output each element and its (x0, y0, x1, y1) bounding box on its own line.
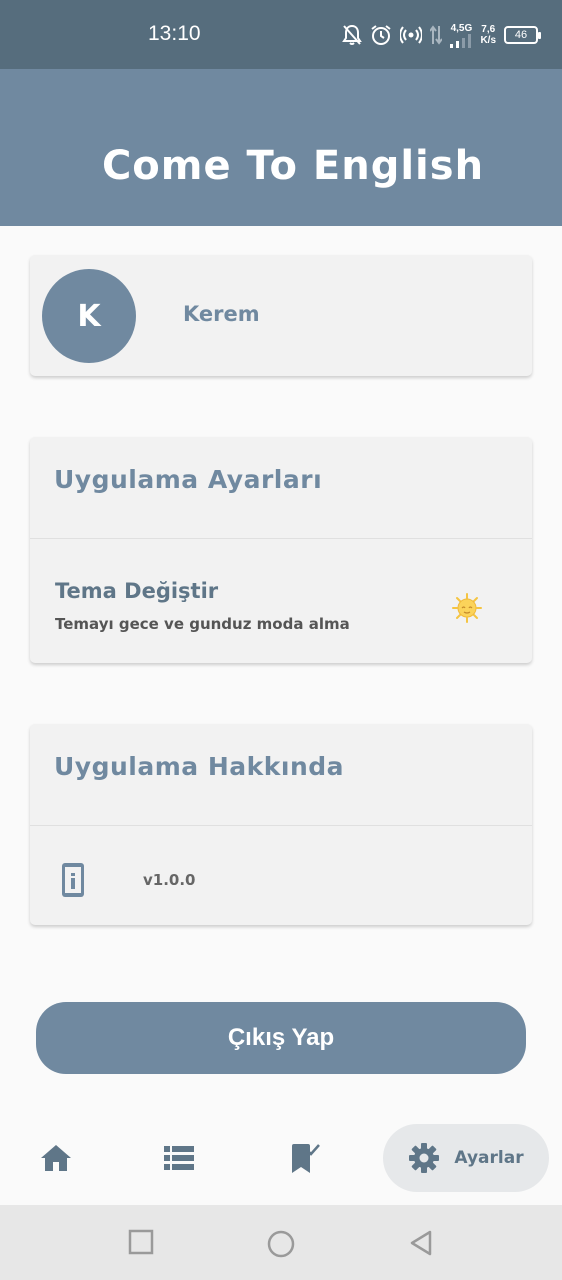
speed-value: 7,6 (481, 24, 496, 35)
home-button-icon[interactable] (266, 1229, 296, 1259)
gear-icon (409, 1143, 440, 1173)
theme-title: Tema Değiştir (55, 579, 219, 603)
network-indicator: 4,5G (450, 23, 472, 48)
settings-card: Uygulama Ayarları Tema Değiştir Temayı g… (30, 437, 532, 663)
alarm-icon (371, 25, 392, 45)
bell-off-icon (342, 24, 363, 45)
speed-unit: K/s (480, 35, 496, 46)
profile-card[interactable]: K Kerem (30, 255, 532, 376)
bookmark-check-icon (292, 1144, 320, 1173)
signal-icon (450, 33, 472, 48)
home-icon (41, 1145, 71, 1171)
nav-list[interactable] (145, 1124, 213, 1192)
battery-icon: 46 (504, 26, 541, 44)
bottom-nav: Ayarlar (0, 1110, 562, 1205)
system-nav (0, 1205, 562, 1280)
divider (30, 825, 532, 826)
network-speed: 7,6 K/s (480, 24, 496, 46)
about-header: Uygulama Hakkında (54, 752, 345, 781)
list-icon (164, 1146, 194, 1170)
recents-button-icon[interactable] (128, 1229, 154, 1255)
about-card: Uygulama Hakkında v1.0.0 (30, 724, 532, 925)
battery-level: 46 (514, 29, 528, 41)
theme-subtitle: Temayı gece ve gunduz moda alma (55, 615, 350, 633)
avatar-initial: K (77, 298, 101, 334)
nav-settings[interactable]: Ayarlar (383, 1124, 549, 1192)
network-type: 4,5G (450, 22, 473, 34)
status-icons: 4,5G 7,6 K/s 46 (342, 18, 541, 52)
profile-name: Kerem (183, 302, 260, 326)
logout-button[interactable]: Çıkış Yap (36, 1002, 526, 1074)
settings-header: Uygulama Ayarları (54, 465, 323, 494)
hotspot-icon (400, 26, 423, 44)
divider (30, 538, 532, 539)
data-transfer-icon (430, 25, 443, 45)
app-bar: Come To English (0, 69, 562, 226)
status-bar: 13:10 4,5G 7,6 K/s 46 (0, 0, 562, 69)
app-title: Come To English (101, 143, 485, 189)
nav-home[interactable] (22, 1124, 90, 1192)
logout-label: Çıkış Yap (227, 1024, 335, 1051)
nav-settings-label: Ayarlar (454, 1148, 524, 1168)
back-button-icon[interactable] (408, 1229, 434, 1257)
sun-icon[interactable] (452, 593, 482, 623)
nav-saved[interactable] (271, 1124, 339, 1192)
info-icon (62, 863, 84, 897)
version-text: v1.0.0 (143, 871, 196, 889)
avatar: K (42, 269, 136, 363)
status-time: 13:10 (148, 22, 201, 45)
